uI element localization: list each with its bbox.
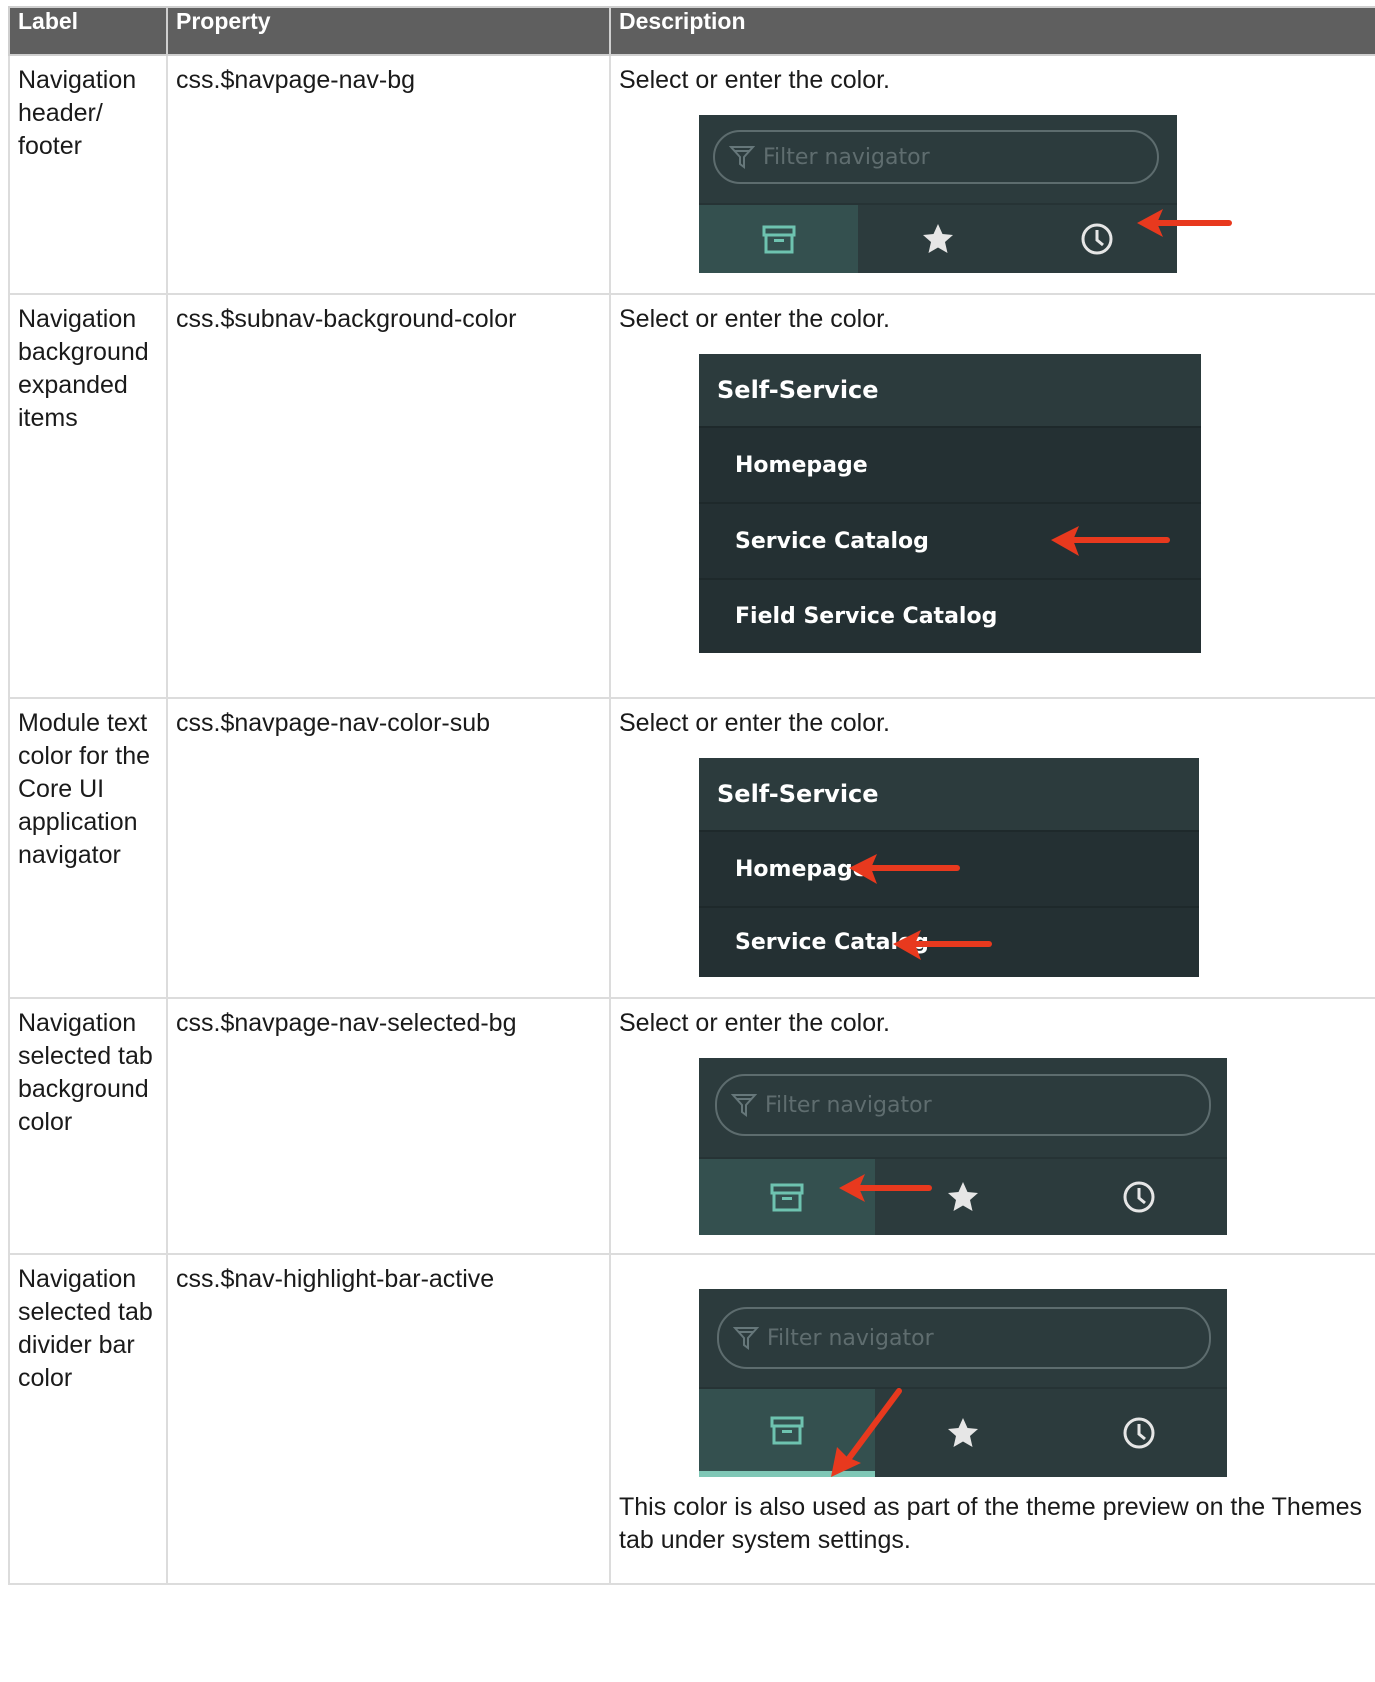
filter-box: Filter navigator [715, 1074, 1211, 1136]
clock-icon [1123, 1417, 1155, 1449]
row-label: Module text color for the Core UI applic… [8, 697, 168, 999]
table-row: Navigation selected tab divider bar colo… [8, 1253, 1375, 1585]
table-row: Navigation header/ footer css.$navpage-n… [8, 54, 1375, 295]
table-header-row: Label Property Description [8, 6, 1375, 56]
filter-placeholder: Filter navigator [763, 144, 930, 170]
red-arrow-icon [893, 930, 992, 960]
row-property: css.$subnav-background-color [166, 293, 611, 699]
archive-box-icon [770, 1416, 804, 1444]
star-icon [922, 224, 953, 253]
row-property: css.$navpage-nav-bg [166, 54, 611, 295]
menu-item: Field Service Catalog [699, 578, 1201, 653]
red-arrow-icon [1051, 526, 1170, 556]
table-row: Navigation selected tab background color… [8, 997, 1375, 1255]
row-label: Navigation selected tab divider bar colo… [8, 1253, 168, 1585]
description-text: Select or enter the color. [619, 66, 890, 94]
archive-box-icon [762, 225, 796, 253]
filter-placeholder: Filter navigator [765, 1092, 932, 1118]
table-row: Navigation background expanded items css… [8, 293, 1375, 699]
navigator-panel: Filter navigator [699, 1289, 1227, 1477]
star-icon [948, 1418, 978, 1447]
tab-history [1051, 1389, 1227, 1477]
row-description: Select or enter the color. Filter naviga… [609, 54, 1375, 295]
header-label: Label [8, 6, 168, 56]
tab-favorites [858, 205, 1017, 273]
row-description: Select or enter the color. Filter naviga… [609, 997, 1375, 1255]
description-text: Select or enter the color. [619, 1009, 890, 1037]
menu-item: Homepage [699, 426, 1201, 502]
property-table: Label Property Description Navigation he… [8, 6, 1375, 1585]
menu-header: Self-Service [699, 758, 1199, 830]
navigator-menu: Self-Service Homepage Service Catalog Fi… [699, 354, 1201, 653]
row-property: css.$nav-highlight-bar-active [166, 1253, 611, 1585]
navigator-header-screenshot: Filter navigator [699, 115, 1259, 275]
header-property: Property [166, 6, 611, 56]
row-label: Navigation header/ footer [8, 54, 168, 295]
expanded-items-screenshot: Self-Service Homepage Service Catalog Fi… [699, 354, 1201, 654]
funnel-icon [732, 1094, 756, 1116]
navigator-tabs [699, 203, 1177, 273]
star-icon [948, 1182, 978, 1211]
selected-tab-screenshot: Filter navigator [699, 1058, 1227, 1236]
description-note: This color is also used as part of the t… [619, 1493, 1362, 1554]
row-property: css.$navpage-nav-selected-bg [166, 997, 611, 1255]
navigator-tabs [699, 1387, 1227, 1477]
row-description: Filter navigator This color is also used… [609, 1253, 1375, 1585]
row-property: css.$navpage-nav-color-sub [166, 697, 611, 999]
clock-icon [1081, 223, 1113, 255]
funnel-icon [730, 146, 754, 168]
row-description: Select or enter the color. Self-Service … [609, 293, 1375, 699]
archive-box-icon [770, 1183, 804, 1211]
module-text-screenshot: Self-Service Homepage Service Catalog [699, 758, 1199, 978]
tab-all-apps [699, 205, 859, 273]
row-label: Navigation selected tab background color [8, 997, 168, 1255]
header-description: Description [609, 6, 1375, 56]
menu-header: Self-Service [699, 354, 1201, 426]
filter-box: Filter navigator [717, 1307, 1211, 1369]
description-text: Select or enter the color. [619, 305, 890, 333]
filter-placeholder: Filter navigator [767, 1325, 934, 1351]
description-text: Select or enter the color. [619, 709, 890, 737]
navigator-panel: Filter navigator [699, 115, 1177, 273]
tab-history [1051, 1159, 1227, 1235]
red-arrow-icon [849, 854, 960, 884]
filter-box: Filter navigator [713, 130, 1159, 184]
red-arrow-icon [839, 1174, 932, 1202]
row-label: Navigation background expanded items [8, 293, 168, 699]
funnel-icon [734, 1327, 758, 1349]
red-arrow-icon [831, 1388, 902, 1477]
row-description: Select or enter the color. Self-Service … [609, 697, 1375, 999]
navigator-tabs [699, 1157, 1227, 1235]
red-arrow-icon [1137, 209, 1232, 237]
divider-bar-screenshot: Filter navigator [699, 1289, 1227, 1477]
clock-icon [1123, 1181, 1155, 1213]
table-row: Module text color for the Core UI applic… [8, 697, 1375, 999]
navigator-panel: Filter navigator [699, 1058, 1227, 1235]
